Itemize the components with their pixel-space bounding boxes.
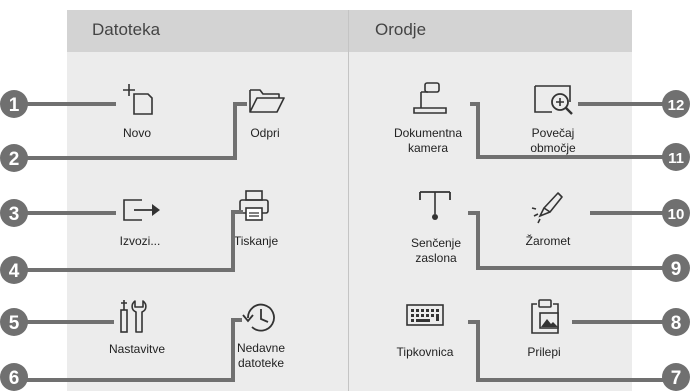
callout-badges xyxy=(0,90,690,391)
callout-number-2: 2 xyxy=(9,149,20,170)
callout-number-5: 5 xyxy=(9,313,20,334)
callout-number-12: 12 xyxy=(668,97,685,114)
callout-number-11: 11 xyxy=(668,150,684,167)
callout-number-6: 6 xyxy=(9,368,20,389)
callout-number-7: 7 xyxy=(671,368,682,389)
callout-number-10: 10 xyxy=(668,206,685,223)
callout-number-1: 1 xyxy=(9,95,20,116)
callout-lines xyxy=(14,102,682,382)
callout-number-9: 9 xyxy=(671,259,682,280)
toolbar-panel: Datoteka Orodje Novo Odpri Izvozi... Tis… xyxy=(0,0,691,391)
callout-number-4: 4 xyxy=(9,261,20,282)
callout-layer: 1 2 3 4 5 6 7 8 9 10 11 12 xyxy=(0,90,690,391)
callout-number-3: 3 xyxy=(9,204,20,225)
callout-number-8: 8 xyxy=(671,313,682,334)
